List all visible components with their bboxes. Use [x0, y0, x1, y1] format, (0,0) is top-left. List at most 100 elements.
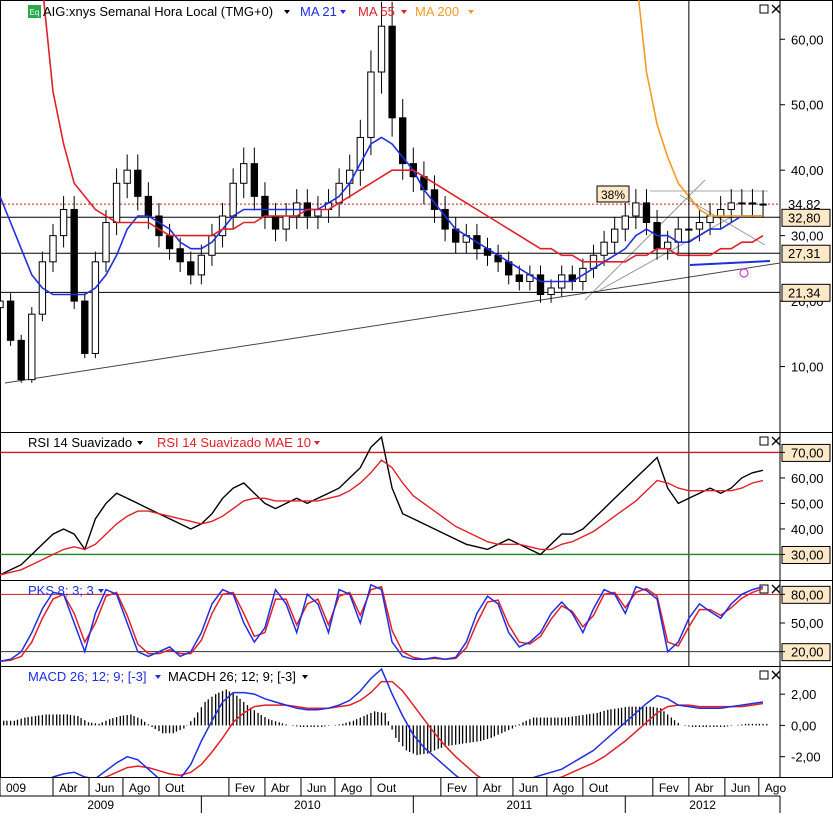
- target-line: [689, 260, 771, 266]
- 1-tick-label: 30,00: [791, 547, 824, 562]
- candle-body: [621, 215, 629, 230]
- candle-body: [610, 228, 619, 243]
- month-label: Jun: [307, 781, 326, 795]
- candle-body: [748, 202, 757, 205]
- month-label: Out: [589, 781, 609, 795]
- chart-canvas: 10,0020,0030,0040,0050,0060,0038%34,8232…: [0, 0, 833, 813]
- panel-frame-1: [0, 432, 833, 581]
- candle-body: [59, 208, 68, 237]
- candle-body: [346, 169, 354, 184]
- year-label: 2010: [294, 798, 321, 812]
- 0-tick-label: 60,00: [791, 32, 824, 47]
- candle-body: [706, 215, 714, 224]
- candle-body: [187, 261, 195, 276]
- candle-body: [367, 71, 375, 138]
- rsi-title: RSI 14 Suavizado: [28, 435, 132, 450]
- minimize-icon: [759, 670, 769, 680]
- candle-body: [134, 169, 142, 197]
- dropdown-icon: [401, 10, 407, 14]
- month-label: Jun: [731, 781, 750, 795]
- month-label: Out: [377, 781, 397, 795]
- candle-body: [356, 136, 365, 171]
- month-label: Jun: [95, 781, 114, 795]
- candle-body: [165, 235, 174, 250]
- month-label: Fev: [659, 781, 679, 795]
- candle-body: [144, 195, 153, 217]
- stoch-plot: [0, 583, 780, 662]
- candle-body: [738, 202, 746, 205]
- candle-body: [240, 163, 248, 184]
- candle-body: [176, 248, 184, 263]
- close-icon: [771, 4, 781, 14]
- candle-body: [314, 208, 322, 217]
- candle-body: [600, 241, 608, 256]
- candle-body: [759, 203, 767, 206]
- chart-window: 10,0020,0030,0040,0050,0060,0038%34,8232…: [0, 0, 833, 813]
- 3-tick-label: -2,00: [791, 750, 821, 765]
- candle-body: [282, 215, 290, 230]
- stoch-d-line: [0, 585, 764, 662]
- dropdown-icon: [302, 675, 308, 679]
- month-label: Ago: [765, 781, 787, 795]
- ma21-label: MA 21: [300, 4, 337, 19]
- marker-circle: [739, 268, 749, 278]
- close-icon: [771, 584, 781, 594]
- 1-tick-label: 60,00: [791, 471, 824, 486]
- 1-tick-label: 50,00: [791, 496, 824, 511]
- candle-body: [377, 25, 386, 73]
- rsi-ma-title: RSI 14 Suavizado MAE 10: [157, 435, 311, 450]
- year-label: 2009: [87, 798, 114, 812]
- ma55-label: MA 55: [358, 4, 395, 19]
- dropdown-icon: [137, 441, 143, 445]
- candle-body: [91, 261, 100, 354]
- candle-body: [716, 208, 725, 217]
- candle-body: [112, 182, 121, 224]
- rsi-plot: [0, 435, 780, 576]
- dropdown-icon: [155, 675, 161, 679]
- candle-body: [70, 208, 78, 302]
- candle-body: [250, 163, 259, 197]
- candle-body: [28, 313, 36, 381]
- 1-tick-label: 70,00: [791, 445, 824, 460]
- dropdown-icon: [314, 441, 320, 445]
- candle-body: [663, 241, 672, 250]
- 0-tick-label: 30,00: [791, 229, 824, 244]
- candle-body: [0, 300, 4, 309]
- minimize-icon: [759, 4, 769, 14]
- month-label: Abr: [271, 781, 290, 795]
- dropdown-icon: [340, 10, 346, 14]
- ma200-label: MA 200: [415, 4, 459, 19]
- instrument-label: AIG:xnys Semanal Hora Local (TMG+0): [43, 4, 273, 19]
- candle-body: [17, 339, 25, 381]
- 0-tick-label: 10,00: [791, 360, 824, 375]
- candle-body: [6, 300, 15, 341]
- 2-tick-label: 50,00: [791, 616, 824, 631]
- eq-badge-text: Eq: [30, 8, 40, 17]
- price-tag-label: 27,31: [788, 246, 821, 261]
- fib-label: 38%: [601, 188, 625, 202]
- month-label: Ago: [553, 781, 575, 795]
- candle-body: [632, 202, 640, 217]
- 2-tick-label: 80,00: [791, 587, 824, 602]
- price-tag-label: 32,80: [788, 210, 821, 225]
- support-trendline: [4, 262, 780, 384]
- candle-body: [229, 182, 237, 217]
- macd-line: [51, 667, 764, 777]
- candle-body: [49, 235, 57, 263]
- price-header: Eq AIG:xnys Semanal Hora Local (TMG+0) MA …: [28, 4, 474, 19]
- candle-body: [695, 222, 704, 230]
- price-tag-label: 21,34: [788, 285, 821, 300]
- candle-body: [642, 202, 651, 224]
- minimize-icon: [759, 436, 769, 446]
- year-label: 2012: [689, 798, 716, 812]
- 1-tick-label: 40,00: [791, 522, 824, 537]
- 0-tick-label: 40,00: [791, 163, 824, 178]
- dropdown-icon: [98, 589, 104, 593]
- panel-frame-2: [0, 580, 833, 667]
- 3-tick-label: 0,00: [791, 718, 816, 733]
- candle-body: [81, 300, 89, 354]
- 3-tick-label: 2,00: [791, 687, 816, 702]
- close-icon: [771, 436, 781, 446]
- stoch-title: PKS 8; 3; 3: [28, 583, 94, 598]
- dropdown-icon: [284, 10, 290, 14]
